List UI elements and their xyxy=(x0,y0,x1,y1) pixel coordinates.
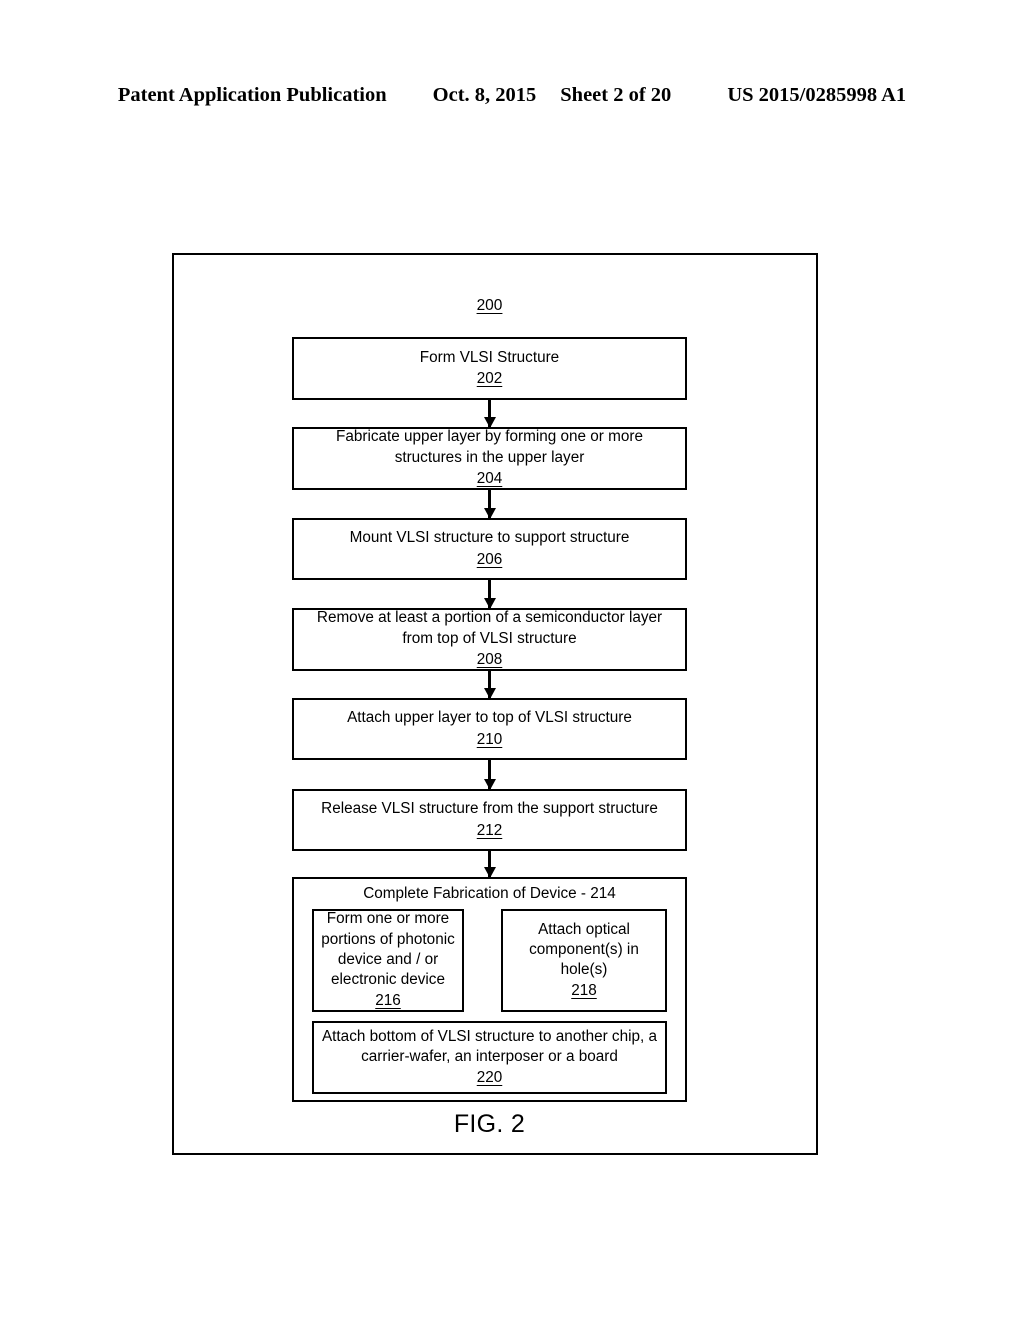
flow-step-212: Release VLSI structure from the support … xyxy=(292,789,687,851)
figure-caption: FIG. 2 xyxy=(453,1110,526,1138)
arrow-208-to-210 xyxy=(488,671,491,698)
flow-step-202-number: 202 xyxy=(476,370,503,387)
flow-step-210: Attach upper layer to top of VLSI struct… xyxy=(292,698,687,760)
flow-step-218-label: Attach optical component(s) in hole(s) xyxy=(529,920,639,978)
arrow-212-to-214 xyxy=(488,851,491,877)
header-sheet-number: Sheet 2 of 20 xyxy=(560,84,672,106)
flow-step-210-label: Attach upper layer to top of VLSI struct… xyxy=(347,709,632,727)
flow-step-210-number: 210 xyxy=(476,730,503,748)
flow-step-208: Remove at least a portion of a semicondu… xyxy=(292,608,687,671)
figure-frame: 200 Form VLSI Structure 202 Fabricate up… xyxy=(172,253,818,1155)
flow-step-206-number: 206 xyxy=(476,550,503,568)
diagram-reference-numeral: 200 xyxy=(292,297,687,315)
flow-step-216-label: Form one or more portions of photonic de… xyxy=(321,910,455,988)
flow-step-208-label: Remove at least a portion of a semicondu… xyxy=(316,609,663,647)
arrow-210-to-212 xyxy=(488,760,491,789)
arrow-204-to-206 xyxy=(488,490,491,518)
flow-step-206: Mount VLSI structure to support structur… xyxy=(292,518,687,580)
flow-step-216-number: 216 xyxy=(375,992,401,1010)
flow-step-218-number: 218 xyxy=(571,982,597,1000)
flow-step-208-number: 208 xyxy=(476,651,503,669)
header-patent-number: US 2015/0285998 A1 xyxy=(727,84,907,106)
flow-step-202-label: Form VLSI Structure xyxy=(419,348,560,366)
flow-step-group-214-title: Complete Fabrication of Device - 214 xyxy=(363,885,616,902)
flow-step-218: Attach optical component(s) in hole(s) 2… xyxy=(501,908,667,1012)
flow-step-206-label: Mount VLSI structure to support structur… xyxy=(349,529,630,547)
page-header: Patent Application Publication Oct. 8, 2… xyxy=(0,84,1024,107)
flow-step-220-label: Attach bottom of VLSI structure to anoth… xyxy=(321,1027,657,1065)
flow-step-204: Fabricate upper layer by forming one or … xyxy=(292,427,687,490)
flow-step-216: Form one or more portions of photonic de… xyxy=(312,908,464,1012)
flow-step-group-214-row: Form one or more portions of photonic de… xyxy=(312,908,667,1012)
flow-step-220: Attach bottom of VLSI structure to anoth… xyxy=(312,1020,667,1094)
flow-step-220-number: 220 xyxy=(476,1068,503,1086)
flow-step-202: Form VLSI Structure 202 xyxy=(292,337,687,400)
arrow-206-to-208 xyxy=(488,580,491,608)
flow-step-212-number: 212 xyxy=(476,821,503,839)
arrow-202-to-204 xyxy=(488,400,491,427)
flow-step-204-label: Fabricate upper layer by forming one or … xyxy=(336,428,643,466)
flow-step-204-number: 204 xyxy=(476,470,503,488)
diagram-reference-numeral-text: 200 xyxy=(476,297,503,314)
header-publication-date: Oct. 8, 2015 xyxy=(432,84,537,106)
header-publication-title: Patent Application Publication xyxy=(117,84,387,106)
flow-step-212-label: Release VLSI structure from the support … xyxy=(321,800,658,818)
flow-step-group-214: Complete Fabrication of Device - 214 For… xyxy=(292,877,687,1102)
